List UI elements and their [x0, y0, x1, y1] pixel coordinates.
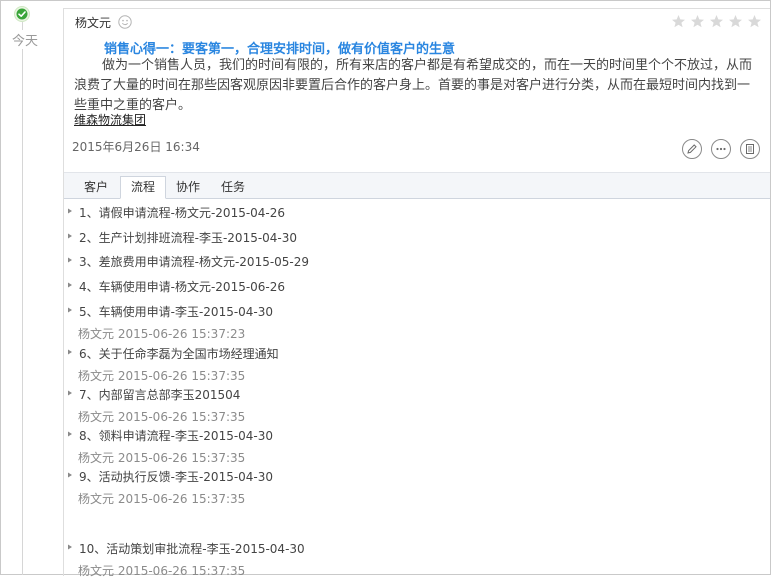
star-icon[interactable] [747, 14, 762, 29]
document-icon [746, 144, 754, 154]
timeline-date-label: 今天 [11, 30, 40, 49]
edit-button[interactable] [682, 139, 702, 159]
author-row: 杨文元 [75, 13, 132, 31]
timeline-line [22, 22, 23, 575]
tab-bar: 客户 流程 协作 任务 [64, 172, 770, 199]
arrow-right-icon [68, 544, 72, 550]
arrow-right-icon [68, 208, 72, 214]
workflow-item-title[interactable]: 3、差旅费用申请流程-杨文元-2015-05-29 [79, 253, 309, 270]
star-icon[interactable] [690, 14, 705, 29]
workflow-item-title[interactable]: 4、车辆使用申请-杨文元-2015-06-26 [79, 278, 285, 295]
workflow-item-title[interactable]: 7、内部留言总部李玉201504 [79, 386, 240, 403]
company-link[interactable]: 维森物流集团 [74, 111, 146, 128]
arrow-right-icon [68, 431, 72, 437]
arrow-right-icon [68, 282, 72, 288]
smile-icon[interactable] [118, 15, 132, 29]
post-body: 做为一个销售人员，我们的时间有限的，所有来店的客户都是有希望成交的，而在一天的时… [74, 58, 753, 113]
star-icon[interactable] [671, 14, 686, 29]
post-timestamp: 2015年6月26日 16:34 [72, 140, 200, 154]
tab-collaboration[interactable]: 协作 [167, 177, 209, 197]
workflow-item-meta: 杨文元 2015-06-26 15:37:35 [78, 492, 246, 506]
tab-customer[interactable]: 客户 [75, 177, 117, 197]
tab-task[interactable]: 任务 [212, 177, 254, 197]
post-title: 销售心得一：要客第一，合理安排时间，做有价值客户的生意 [104, 42, 456, 57]
check-circle-icon [14, 6, 30, 22]
workflow-item-title[interactable]: 10、活动策划审批流程-李玉-2015-04-30 [79, 540, 305, 557]
more-dots-icon [716, 147, 726, 151]
star-icon[interactable] [728, 14, 743, 29]
author-name[interactable]: 杨文元 [75, 14, 111, 31]
arrow-right-icon [68, 257, 72, 263]
post-actions [682, 139, 760, 159]
arrow-right-icon [68, 390, 72, 396]
workflow-item-title[interactable]: 9、活动执行反馈-李玉-2015-04-30 [79, 468, 273, 485]
workflow-item-title[interactable]: 8、领料申请流程-李玉-2015-04-30 [79, 427, 273, 444]
arrow-right-icon [68, 472, 72, 478]
workflow-item-title[interactable]: 6、关于任命李磊为全国市场经理通知 [79, 345, 279, 362]
arrow-right-icon [68, 349, 72, 355]
workflow-item-title[interactable]: 2、生产计划排班流程-李玉-2015-04-30 [79, 229, 297, 246]
star-icon[interactable] [709, 14, 724, 29]
more-button[interactable] [711, 139, 731, 159]
workflow-item-title[interactable]: 1、请假申请流程-杨文元-2015-04-26 [79, 204, 285, 221]
arrow-right-icon [68, 307, 72, 313]
feed-card: 杨文元 销售心得一：要客第一，合理安排时间，做有价值客户的生意 做为一个销售人员… [63, 8, 770, 578]
pencil-icon [687, 144, 697, 154]
workflow-item-meta: 杨文元 2015-06-26 15:37:35 [78, 410, 246, 424]
detail-button[interactable] [740, 139, 760, 159]
arrow-right-icon [68, 233, 72, 239]
rating-stars[interactable] [671, 14, 762, 29]
workflow-item-meta: 杨文元 2015-06-26 15:37:35 [78, 369, 246, 383]
workflow-item-meta: 杨文元 2015-06-26 15:37:35 [78, 564, 246, 578]
tab-workflow[interactable]: 流程 [120, 176, 166, 199]
workflow-item-meta: 杨文元 2015-06-26 15:37:35 [78, 451, 246, 465]
workflow-item-title[interactable]: 5、车辆使用申请-李玉-2015-04-30 [79, 303, 273, 320]
workflow-item-meta: 杨文元 2015-06-26 15:37:23 [78, 327, 246, 341]
